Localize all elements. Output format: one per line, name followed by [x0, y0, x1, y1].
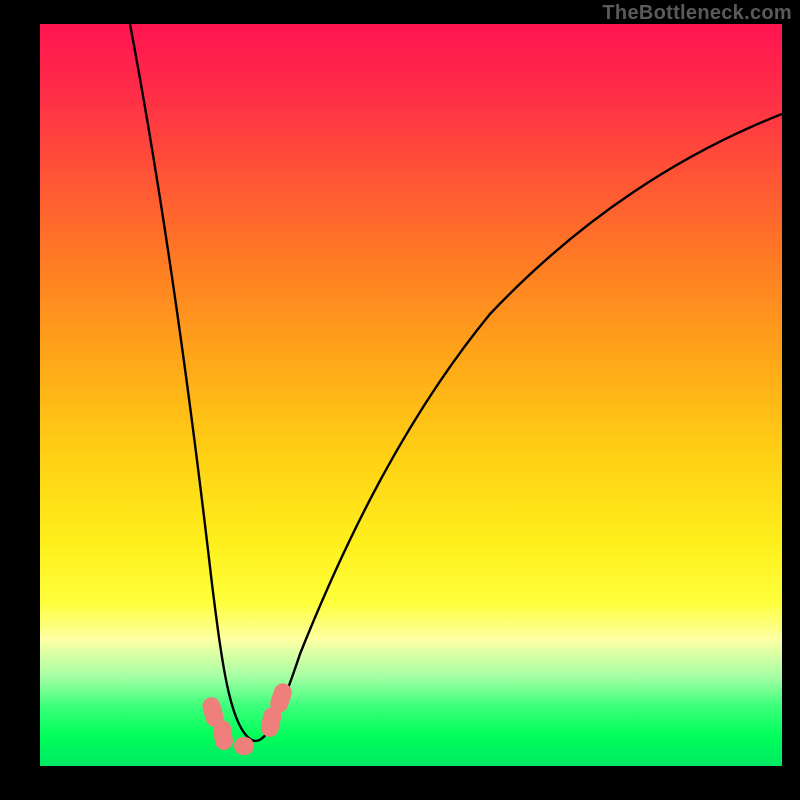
- curve-marker: [234, 737, 255, 756]
- bottleneck-curve: [40, 24, 782, 766]
- attribution-text: TheBottleneck.com: [602, 2, 792, 25]
- gradient-plot-area: [40, 24, 782, 766]
